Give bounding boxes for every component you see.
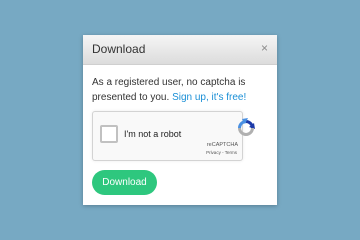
close-button[interactable]: × bbox=[261, 41, 268, 55]
recaptcha-footer-links: Privacy - Terms bbox=[206, 150, 237, 155]
registered-user-message: As a registered user, no captcha is pres… bbox=[92, 75, 272, 105]
recaptcha-brand: reCAPTCHA bbox=[206, 142, 238, 148]
download-button[interactable]: Download bbox=[92, 170, 157, 195]
recaptcha-widget: I'm not a robot reCAPTCHA Privacy - Term… bbox=[92, 111, 255, 161]
signup-link[interactable]: Sign up, it's free! bbox=[172, 92, 246, 103]
captcha-checkbox-label: I'm not a robot bbox=[124, 129, 182, 139]
terms-link[interactable]: Terms bbox=[225, 150, 237, 155]
recaptcha-logo-icon bbox=[238, 118, 255, 136]
download-modal: Download × As a registered user, no capt… bbox=[83, 35, 277, 205]
modal-header: Download × bbox=[83, 35, 277, 65]
captcha-checkbox[interactable] bbox=[100, 125, 118, 143]
privacy-link[interactable]: Privacy bbox=[206, 150, 221, 155]
modal-title: Download bbox=[92, 42, 146, 56]
